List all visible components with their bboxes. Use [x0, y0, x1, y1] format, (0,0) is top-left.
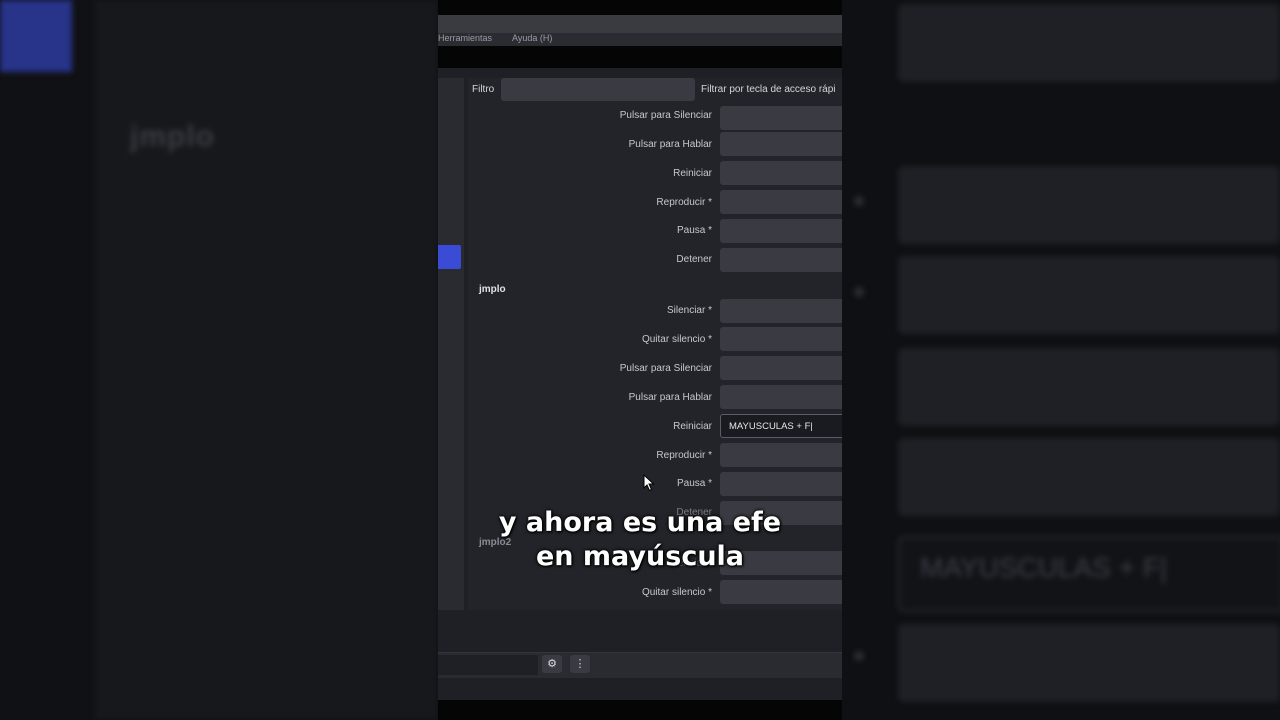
blurred-blue-block — [0, 0, 72, 72]
menu-bar: Herramientas Ayuda (H) — [438, 33, 842, 46]
blurred-field — [898, 4, 1280, 82]
blurred-field — [898, 166, 1280, 244]
hotkey-input[interactable] — [720, 385, 842, 409]
hotkey-input[interactable] — [720, 472, 842, 496]
section-title: jmplo — [479, 284, 506, 295]
blurred-field — [898, 624, 1280, 702]
title-bar — [438, 15, 842, 33]
caption-line-1: y ahora es una efe — [498, 507, 782, 538]
blurred-hotkey-text: MAYUSCULAS + F| — [920, 552, 1168, 583]
blurred-left-background: jmplo — [0, 0, 438, 720]
hotkey-input[interactable] — [720, 248, 842, 272]
bottom-field — [438, 655, 538, 675]
blurred-dot — [854, 651, 864, 661]
hotkey-label: Reproducir * — [656, 450, 712, 461]
hotkey-input[interactable] — [720, 580, 842, 604]
hotkey-label: Pulsar para Hablar — [628, 392, 712, 403]
black-strip — [438, 46, 842, 68]
hotkey-input[interactable] — [720, 190, 842, 214]
hotkey-input[interactable] — [720, 161, 842, 185]
blurred-section-title: jmplo — [130, 120, 215, 153]
hotkey-label: Pulsar para Silenciar — [619, 110, 712, 121]
blurred-dot — [854, 287, 864, 297]
hotkey-label: Pausa * — [676, 225, 712, 236]
hotkey-label: Pulsar para Hablar — [628, 139, 712, 150]
hotkey-input[interactable] — [720, 443, 842, 467]
hotkey-input[interactable] — [720, 356, 842, 380]
hotkey-input[interactable] — [720, 132, 842, 156]
hotkey-label: Reiniciar — [673, 421, 712, 432]
hotkey-input[interactable] — [720, 299, 842, 323]
hotkey-input-active[interactable] — [720, 414, 842, 438]
mouse-cursor-icon — [643, 474, 655, 492]
menu-tools[interactable]: Herramientas — [438, 33, 492, 43]
hotkey-label: Detener — [676, 254, 712, 265]
window-top-strip — [438, 0, 842, 15]
sidebar-selected-item[interactable] — [438, 245, 461, 269]
blurred-right-background: MAYUSCULAS + F| — [842, 0, 1280, 720]
more-vertical-icon[interactable]: ⋮ — [570, 655, 590, 673]
filter-by-key-label[interactable]: Filtrar por tecla de acceso rápi — [701, 84, 836, 95]
video-caption: y ahora es una efe en mayúscula — [438, 506, 842, 574]
filter-label: Filtro — [472, 84, 495, 95]
blurred-field — [898, 438, 1280, 516]
hotkey-label: Pausa * — [676, 478, 712, 489]
blurred-dot — [854, 196, 864, 206]
gear-icon[interactable]: ⚙ — [542, 655, 562, 673]
hotkey-input[interactable] — [720, 327, 842, 351]
blurred-panel — [95, 0, 438, 720]
hotkey-input[interactable] — [720, 219, 842, 243]
hotkeys-settings-window: Herramientas Ayuda (H) Filtro Filtrar po… — [438, 0, 842, 720]
black-strip-bottom — [438, 700, 842, 720]
hotkey-label: Reproducir * — [656, 197, 712, 208]
caption-line-2: en mayúscula — [535, 541, 745, 572]
hotkey-label: Silenciar * — [666, 305, 712, 316]
hotkey-label: Reiniciar — [673, 168, 712, 179]
hotkey-input[interactable] — [720, 106, 842, 130]
filter-input[interactable] — [501, 78, 695, 101]
blurred-field — [898, 348, 1280, 426]
menu-help[interactable]: Ayuda (H) — [512, 33, 552, 43]
hotkey-label: Quitar silencio * — [641, 587, 712, 598]
blurred-field — [898, 256, 1280, 334]
hotkey-label: Pulsar para Silenciar — [619, 363, 712, 374]
hotkey-label: Quitar silencio * — [641, 334, 712, 345]
